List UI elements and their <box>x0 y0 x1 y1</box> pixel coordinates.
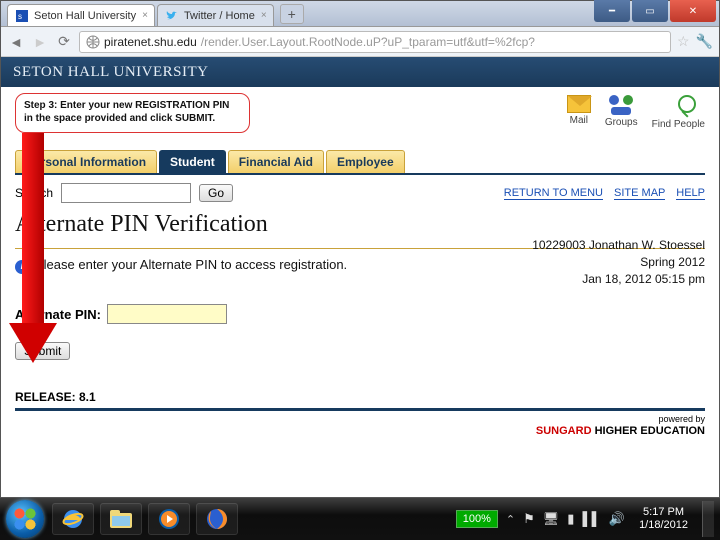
tray-action-center-icon[interactable]: ⚑ <box>523 511 535 527</box>
twitter-favicon <box>166 10 178 22</box>
help-link[interactable]: HELP <box>676 187 705 200</box>
utility-icons: Mail Groups Find People <box>567 95 705 130</box>
find-label: Find People <box>652 119 705 130</box>
start-button[interactable] <box>6 500 44 538</box>
powered-by-label: powered by <box>536 415 705 425</box>
groups-label: Groups <box>605 117 638 128</box>
shu-favicon: s <box>16 10 28 22</box>
search-icon <box>667 95 689 117</box>
show-desktop-button[interactable] <box>702 501 714 537</box>
brand-sungard: SUNGARD <box>536 425 592 437</box>
page-timestamp: Jan 18, 2012 05:15 pm <box>532 271 705 288</box>
browser-tab[interactable]: Twitter / Home × <box>157 4 274 26</box>
user-info-block: 10229003 Jonathan W. Stoessel Spring 201… <box>532 237 705 287</box>
forward-button[interactable]: ► <box>31 33 49 51</box>
return-menu-link[interactable]: RETURN TO MENU <box>504 187 603 200</box>
new-tab-button[interactable]: + <box>280 4 304 24</box>
tab-student[interactable]: Student <box>159 150 226 173</box>
instruction-label: Please enter your Alternate PIN to acces… <box>35 257 347 272</box>
release-version: RELEASE: 8.1 <box>15 390 705 404</box>
browser-tab-active[interactable]: s Seton Hall University × <box>7 4 155 26</box>
main-nav-tabs: Personal Information Student Financial A… <box>15 151 705 175</box>
tab-title: Twitter / Home <box>184 10 255 22</box>
close-icon[interactable]: × <box>261 10 267 21</box>
settings-icon[interactable]: 🔧 <box>696 33 713 50</box>
footer-bar: powered by SUNGARD HIGHER EDUCATION <box>15 408 705 437</box>
clock-date: 1/18/2012 <box>639 519 688 532</box>
taskbar-explorer[interactable] <box>100 503 142 535</box>
bookmark-icon[interactable]: ☆ <box>677 33 690 50</box>
tab-employee[interactable]: Employee <box>326 150 405 173</box>
taskbar-clock[interactable]: 5:17 PM 1/18/2012 <box>633 506 694 532</box>
mail-link[interactable]: Mail <box>567 95 591 130</box>
tray-chevron-icon[interactable]: ⌃ <box>506 513 515 526</box>
url-path: /render.User.Layout.RootNode.uP?uP_tpara… <box>201 35 535 49</box>
tray-battery-icon[interactable]: ▮ <box>567 511 574 527</box>
mail-icon <box>567 95 591 113</box>
window-minimize-button[interactable]: ━ <box>594 0 630 22</box>
system-tray: ⚑ 🖥 ▮ ▌▌ 🔊 <box>523 511 625 527</box>
close-icon[interactable]: × <box>142 10 148 21</box>
sitemap-link[interactable]: SITE MAP <box>614 187 665 200</box>
brand-he: HIGHER EDUCATION <box>592 425 705 437</box>
clock-time: 5:17 PM <box>639 506 688 519</box>
tab-title: Seton Hall University <box>34 10 136 22</box>
svg-text:s: s <box>18 12 22 21</box>
window-close-button[interactable]: ✕ <box>670 0 716 22</box>
groups-link[interactable]: Groups <box>605 95 638 130</box>
tray-volume-icon[interactable]: 🔊 <box>609 511 625 527</box>
browser-window: s Seton Hall University × Twitter / Home… <box>0 0 720 498</box>
page-title: Alternate PIN Verification <box>15 211 705 238</box>
zoom-indicator[interactable]: 100% <box>456 510 498 528</box>
taskbar-ie[interactable] <box>52 503 94 535</box>
tab-financial-aid[interactable]: Financial Aid <box>228 150 324 173</box>
back-button[interactable]: ◄ <box>7 33 25 51</box>
url-host: piratenet.shu.edu <box>104 35 197 49</box>
site-banner: SETON HALL UNIVERSITY <box>1 57 719 87</box>
step-callout: Step 3: Enter your new REGISTRATION PIN … <box>15 93 250 133</box>
page-content: SETON HALL UNIVERSITY Step 3: Enter your… <box>1 57 719 497</box>
taskbar-wmp[interactable] <box>148 503 190 535</box>
instruction-arrow <box>15 133 51 363</box>
tray-network-icon[interactable]: ▌▌ <box>582 511 600 527</box>
header-links: RETURN TO MENU SITE MAP HELP <box>496 187 705 199</box>
groups-icon <box>609 95 633 115</box>
address-bar: ◄ ► ⟳ piratenet.shu.edu/render.User.Layo… <box>1 27 719 57</box>
tray-monitor-icon[interactable]: 🖥 <box>543 511 560 527</box>
alternate-pin-input[interactable] <box>107 304 227 324</box>
reload-button[interactable]: ⟳ <box>55 33 73 51</box>
find-people-link[interactable]: Find People <box>652 95 705 130</box>
globe-icon <box>86 35 100 49</box>
window-maximize-button[interactable]: ▭ <box>632 0 668 22</box>
taskbar-firefox[interactable] <box>196 503 238 535</box>
user-term: Spring 2012 <box>532 254 705 271</box>
mail-label: Mail <box>570 115 588 126</box>
powered-by: powered by SUNGARD HIGHER EDUCATION <box>536 415 705 437</box>
windows-taskbar: 100% ⌃ ⚑ 🖥 ▮ ▌▌ 🔊 5:17 PM 1/18/2012 <box>0 498 720 540</box>
go-button[interactable]: Go <box>199 184 233 202</box>
search-input[interactable] <box>61 183 191 203</box>
user-id-name: 10229003 Jonathan W. Stoessel <box>532 237 705 254</box>
url-field[interactable]: piratenet.shu.edu/render.User.Layout.Roo… <box>79 31 671 53</box>
